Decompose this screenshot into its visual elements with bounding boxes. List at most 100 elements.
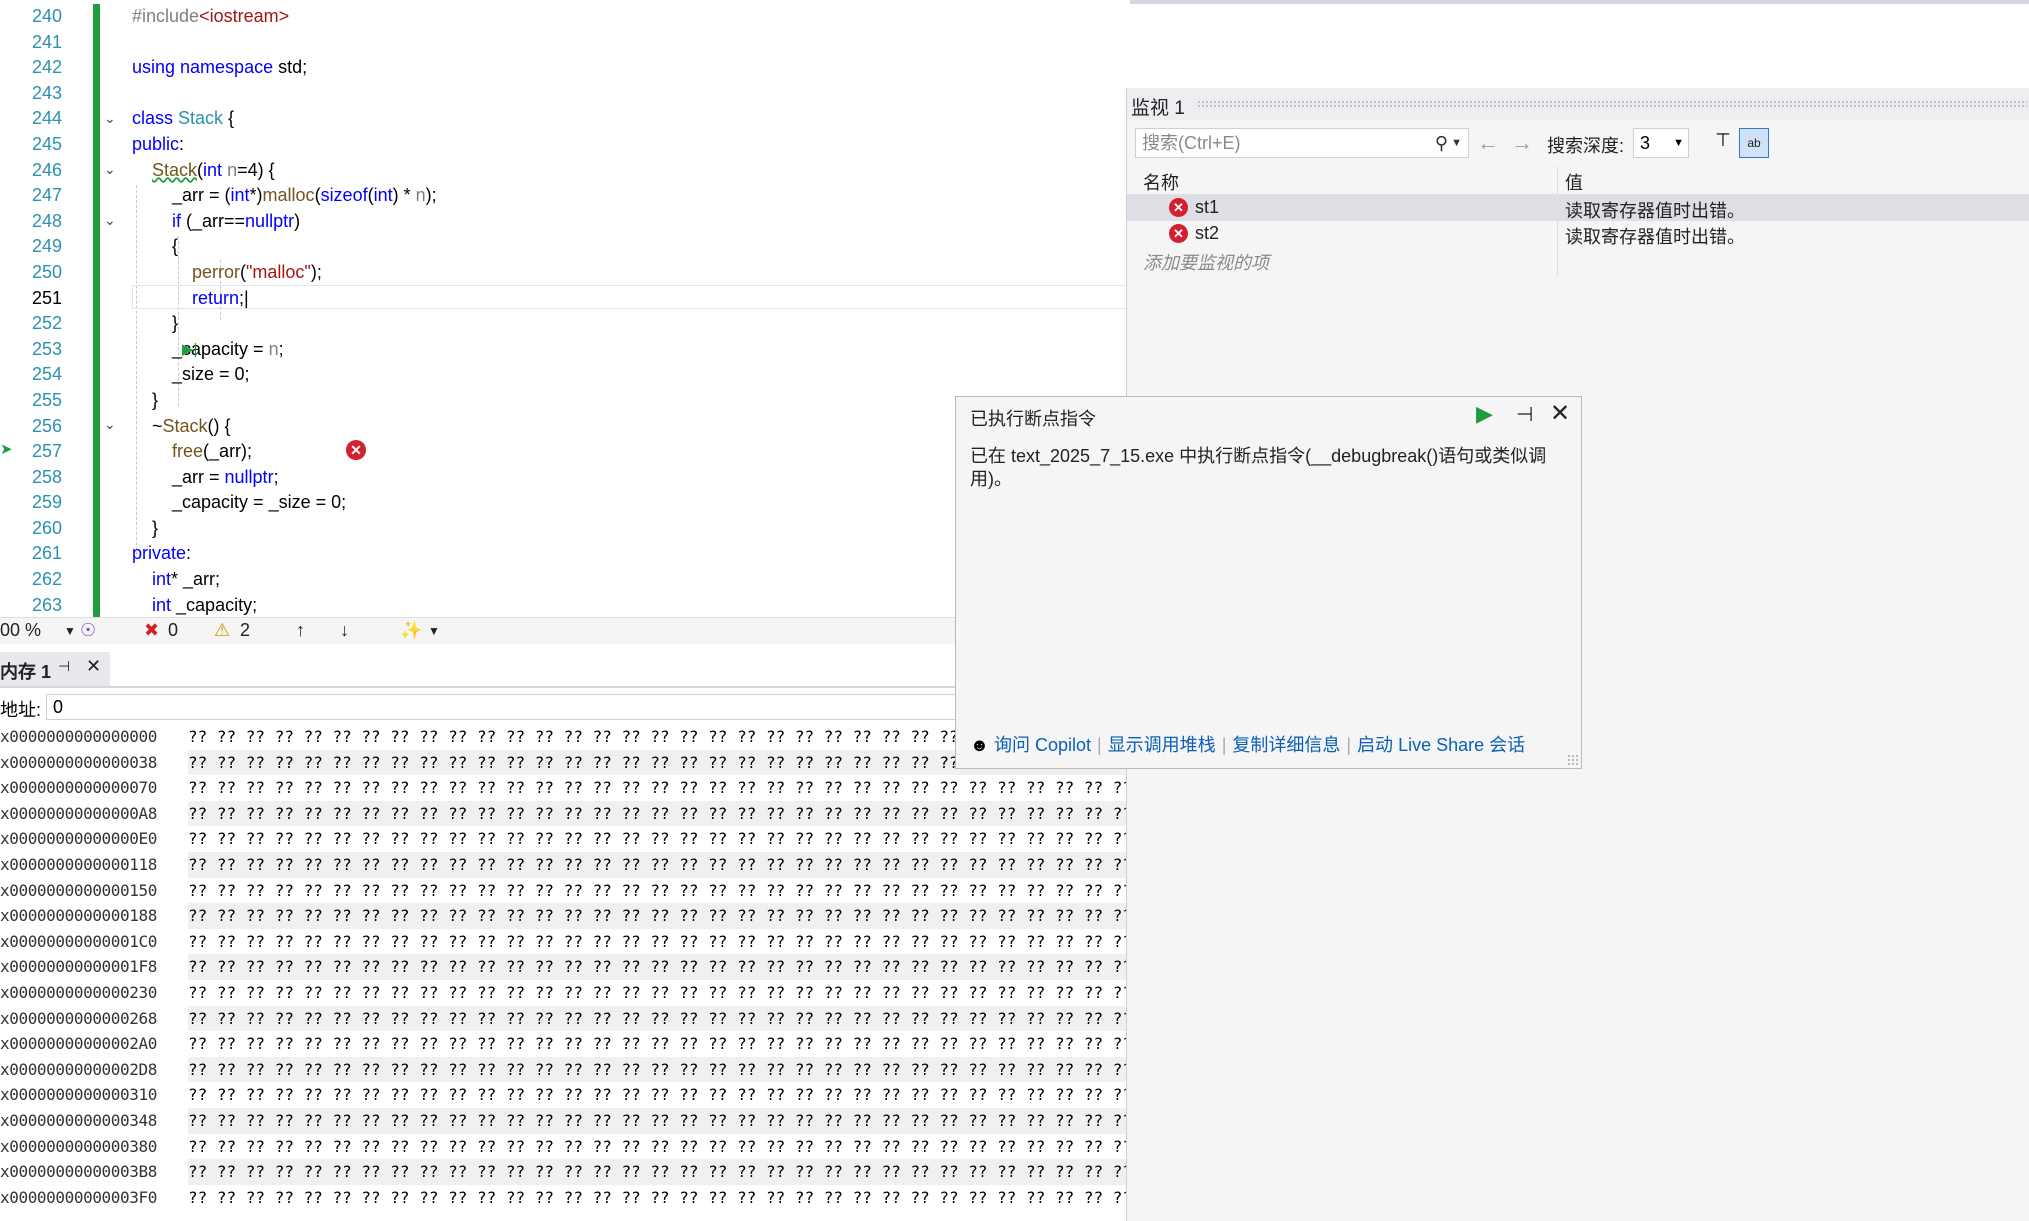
drag-grip[interactable] (1197, 100, 2027, 108)
memory-bytes[interactable]: ?? ?? ?? ?? ?? ?? ?? ?? ?? ?? ?? ?? ?? ?… (188, 878, 1128, 904)
search-placeholder: 搜索(Ctrl+E) (1142, 133, 1241, 153)
intellicode-icon[interactable]: ☉ (80, 620, 96, 641)
add-watch-row[interactable]: 添加要监视的项 (1127, 247, 2029, 273)
code-cleanup-dropdown-icon[interactable]: ▼ (428, 624, 440, 638)
memory-row[interactable]: x00000000000003F0 ?? ?? ?? ?? ?? ?? ?? ??… (0, 1185, 1130, 1211)
memory-row[interactable]: x0000000000000268 ?? ?? ?? ?? ?? ?? ?? ??… (0, 1005, 1130, 1032)
memory-bytes[interactable]: ?? ?? ?? ?? ?? ?? ?? ?? ?? ?? ?? ?? ?? ?… (188, 1005, 1128, 1032)
memory-row[interactable]: x0000000000000070 ?? ?? ?? ?? ?? ?? ?? ??… (0, 775, 1130, 801)
memory-row[interactable]: x00000000000000A8 ?? ?? ?? ?? ?? ?? ?? ??… (0, 800, 1130, 827)
show-call-stack-link[interactable]: 显示调用堆栈 (1108, 735, 1216, 755)
memory-bytes[interactable]: ?? ?? ?? ?? ?? ?? ?? ?? ?? ?? ?? ?? ?? ?… (188, 851, 1128, 878)
search-icon[interactable]: ⚲ (1435, 129, 1448, 157)
memory-row[interactable]: x0000000000000348 ?? ?? ?? ?? ?? ?? ?? ??… (0, 1107, 1130, 1134)
memory-address: x00000000000000A8 (0, 803, 157, 823)
zoom-dropdown-icon[interactable]: ▼ (64, 624, 76, 638)
exception-links: ☻ 询问 Copilot | 显示调用堆栈 | 复制详细信息 | 启动 Live Share… (970, 735, 1526, 755)
ask-copilot-link[interactable]: 询问 Copilot (994, 735, 1091, 755)
pin-to-source-icon[interactable]: ⊤ (1710, 130, 1736, 156)
change-tracking-bar (93, 4, 100, 617)
memory-bytes[interactable]: ?? ?? ?? ?? ?? ?? ?? ?? ?? ?? ?? ?? ?? ?… (188, 929, 1128, 955)
close-icon[interactable]: ✕ (86, 656, 101, 677)
previous-issue-icon[interactable]: ↑ (296, 620, 305, 641)
memory-rows[interactable]: x0000000000000000 ?? ?? ?? ?? ?? ?? ?? ??… (0, 724, 1130, 1210)
memory-address: x00000000000000E0 (0, 829, 157, 849)
resize-grip[interactable] (1567, 754, 1579, 766)
memory-bytes[interactable]: ?? ?? ?? ?? ?? ?? ?? ?? ?? ?? ?? ?? ?? ?… (188, 980, 1128, 1006)
watch-row[interactable]: ✕ st2 读取寄存器值时出错。 (1127, 221, 2029, 247)
memory-address: x0000000000000230 (0, 982, 157, 1002)
pin-icon[interactable]: ⊣ (58, 658, 70, 675)
memory-bytes[interactable]: ?? ?? ?? ?? ?? ?? ?? ?? ?? ?? ?? ?? ?? ?… (188, 1056, 1128, 1083)
memory-address: x0000000000000000 (0, 727, 157, 746)
continue-icon[interactable]: ▶ (1476, 401, 1493, 427)
memory-bytes[interactable]: ?? ?? ?? ?? ?? ?? ?? ?? ?? ?? ?? ?? ?? ?… (188, 826, 1128, 852)
memory-row[interactable]: x0000000000000118 ?? ?? ?? ?? ?? ?? ?? ??… (0, 851, 1130, 878)
memory-row[interactable]: x00000000000002D8 ?? ?? ?? ?? ?? ?? ?? ??… (0, 1056, 1130, 1083)
line-number: 245 (31, 133, 62, 154)
run-to-click-icon[interactable]: ▶| (182, 340, 197, 358)
fold-chevron-icon[interactable]: ⌄ (104, 212, 116, 229)
copilot-icon[interactable]: ☻ (970, 735, 989, 755)
line-number: 247 (31, 185, 62, 206)
memory-row[interactable]: x00000000000001C0 ?? ?? ?? ?? ?? ?? ?? ??… (0, 929, 1130, 955)
watch-search-input[interactable]: 搜索(Ctrl+E) ⚲ ▼ (1135, 128, 1469, 158)
memory-row[interactable]: x00000000000000E0 ?? ?? ?? ?? ?? ?? ?? ??… (0, 826, 1130, 852)
close-icon[interactable]: ✕ (1550, 399, 1570, 428)
memory-bytes[interactable]: ?? ?? ?? ?? ?? ?? ?? ?? ?? ?? ?? ?? ?? ?… (188, 1185, 1128, 1211)
hexadecimal-display-icon[interactable]: ab (1739, 128, 1769, 158)
memory-address: x0000000000000268 (0, 1008, 157, 1028)
memory-bytes[interactable]: ?? ?? ?? ?? ?? ?? ?? ?? ?? ?? ?? ?? ?? ?… (188, 1107, 1128, 1134)
warning-count-icon[interactable]: ⚠ (214, 620, 230, 641)
memory-bytes[interactable]: ?? ?? ?? ?? ?? ?? ?? ?? ?? ?? ?? ?? ?? ?… (188, 1031, 1128, 1057)
line-number: 248 (31, 210, 62, 231)
watch-row[interactable]: ✕ st1 读取寄存器值时出错。 (1127, 195, 2029, 221)
code-cleanup-icon[interactable]: ✨ (400, 620, 422, 641)
watch-header: 名称 值 (1127, 166, 2029, 195)
memory-address: x0000000000000038 (0, 752, 157, 772)
search-next-icon[interactable]: → (1511, 130, 1533, 156)
memory-bytes[interactable]: ?? ?? ?? ?? ?? ?? ?? ?? ?? ?? ?? ?? ?? ?… (188, 1082, 1128, 1108)
memory-address: x00000000000003F0 (0, 1187, 157, 1207)
line-number: 256 (31, 415, 62, 436)
memory-bytes[interactable]: ?? ?? ?? ?? ?? ?? ?? ?? ?? ?? ?? ?? ?? ?… (188, 775, 1128, 801)
memory-row[interactable]: x0000000000000380 ?? ?? ?? ?? ?? ?? ?? ??… (0, 1134, 1130, 1160)
error-count[interactable]: 0 (168, 620, 178, 641)
fold-chevron-icon[interactable]: ⌄ (104, 161, 116, 178)
memory-row[interactable]: x0000000000000150 ?? ?? ?? ?? ?? ?? ?? ??… (0, 878, 1130, 904)
watch-title-bar[interactable]: 监视 1 (1127, 88, 2029, 120)
column-name[interactable]: 名称 (1143, 169, 1179, 195)
address-label: 地址: (0, 700, 42, 720)
pin-icon[interactable]: ⊣ (1516, 402, 1533, 427)
memory-row[interactable]: x0000000000000230 ?? ?? ?? ?? ?? ?? ?? ??… (0, 980, 1130, 1006)
zoom-level[interactable]: 00 % (0, 620, 41, 641)
error-icon: ✕ (1169, 198, 1188, 217)
line-number: 246 (31, 159, 62, 180)
tab-label: 内存 1 (0, 662, 52, 682)
memory-bytes[interactable]: ?? ?? ?? ?? ?? ?? ?? ?? ?? ?? ?? ?? ?? ?… (188, 800, 1128, 827)
error-count-icon[interactable]: ✖ (144, 620, 159, 641)
live-share-link[interactable]: 启动 Live Share 会话 (1357, 735, 1525, 755)
memory-bytes[interactable]: ?? ?? ?? ?? ?? ?? ?? ?? ?? ?? ?? ?? ?? ?… (188, 1134, 1128, 1160)
watch-value: 读取寄存器值时出错。 (1565, 227, 1745, 247)
chevron-down-icon[interactable]: ▼ (1451, 129, 1462, 157)
memory-row[interactable]: x0000000000000188 ?? ?? ?? ?? ?? ?? ?? ??… (0, 903, 1130, 929)
column-value[interactable]: 值 (1565, 169, 1583, 195)
next-issue-icon[interactable]: ↓ (340, 620, 349, 641)
tab-memory-1[interactable]: 内存 1 ⊣ ✕ (0, 652, 110, 686)
memory-bytes[interactable]: ?? ?? ?? ?? ?? ?? ?? ?? ?? ?? ?? ?? ?? ?… (188, 1159, 1128, 1185)
fold-chevron-icon[interactable]: ⌄ (104, 416, 116, 433)
warning-count[interactable]: 2 (240, 620, 250, 641)
chevron-down-icon[interactable]: ▼ (1673, 129, 1684, 157)
line-number: 243 (31, 82, 62, 103)
memory-bytes[interactable]: ?? ?? ?? ?? ?? ?? ?? ?? ?? ?? ?? ?? ?? ?… (188, 903, 1128, 929)
memory-row[interactable]: x00000000000001F8 ?? ?? ?? ?? ?? ?? ?? ??… (0, 954, 1130, 980)
memory-bytes[interactable]: ?? ?? ?? ?? ?? ?? ?? ?? ?? ?? ?? ?? ?? ?… (188, 954, 1128, 980)
copy-details-link[interactable]: 复制详细信息 (1232, 735, 1340, 755)
memory-row[interactable]: x00000000000002A0 ?? ?? ?? ?? ?? ?? ?? ??… (0, 1031, 1130, 1057)
memory-row[interactable]: x00000000000003B8 ?? ?? ?? ?? ?? ?? ?? ??… (0, 1159, 1130, 1185)
search-previous-icon[interactable]: ← (1477, 130, 1499, 156)
search-depth-select[interactable]: 3 ▼ (1633, 128, 1689, 158)
memory-row[interactable]: x0000000000000310 ?? ?? ?? ?? ?? ?? ?? ??… (0, 1082, 1130, 1108)
fold-chevron-icon[interactable]: ⌄ (104, 110, 116, 127)
